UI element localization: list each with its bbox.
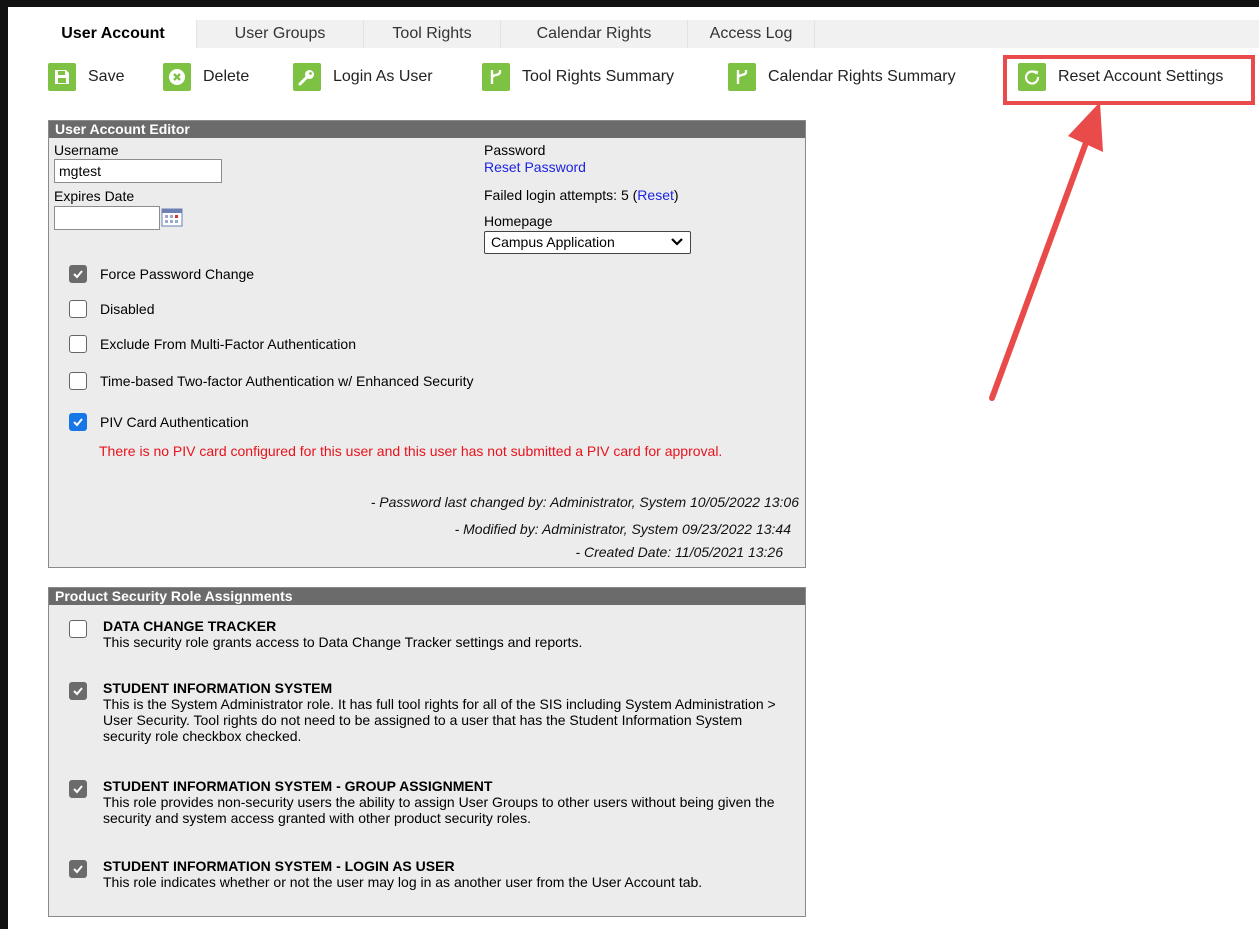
- tab-strip: User Account User Groups Tool Rights Cal…: [30, 20, 815, 48]
- role-checkbox[interactable]: [69, 620, 87, 638]
- piv-card-label: PIV Card Authentication: [100, 414, 249, 430]
- login-as-user-label: Login As User: [333, 68, 433, 85]
- exclude-mfa-label: Exclude From Multi-Factor Authentication: [100, 336, 356, 352]
- username-field[interactable]: mgtest: [54, 159, 222, 183]
- piv-card-row[interactable]: PIV Card Authentication: [69, 413, 249, 431]
- tool-rights-summary-button[interactable]: Tool Rights Summary: [482, 60, 674, 94]
- tool-rights-summary-label: Tool Rights Summary: [522, 68, 675, 85]
- tab-user-groups[interactable]: User Groups: [197, 20, 364, 48]
- user-account-editor-panel: User Account Editor Username mgtest Expi…: [48, 120, 806, 568]
- role-item: STUDENT INFORMATION SYSTEM - GROUP ASSIG…: [69, 778, 799, 826]
- modified-by: - Modified by: Administrator, System 09/…: [454, 521, 791, 537]
- failed-login-reset-link[interactable]: Reset: [637, 187, 674, 203]
- branch-icon: [482, 63, 510, 91]
- chevron-down-icon: [671, 238, 683, 246]
- failed-login-attempts: Failed login attempts: 5 (Reset): [484, 187, 679, 203]
- role-item: STUDENT INFORMATION SYSTEM - LOGIN AS US…: [69, 858, 799, 890]
- panel-title: User Account Editor: [49, 121, 805, 138]
- tab-tool-rights[interactable]: Tool Rights: [364, 20, 501, 48]
- disabled-label: Disabled: [100, 301, 155, 317]
- disabled-row[interactable]: Disabled: [69, 300, 154, 318]
- delete-label: Delete: [203, 68, 250, 85]
- role-checkbox[interactable]: [69, 780, 87, 798]
- role-description: This is the System Administrator role. I…: [103, 696, 776, 744]
- highlight-box: [1003, 55, 1255, 105]
- force-password-change-label: Force Password Change: [100, 266, 255, 282]
- role-title: STUDENT INFORMATION SYSTEM - LOGIN AS US…: [103, 858, 455, 874]
- window-top-border: [0, 0, 1259, 7]
- failed-login-close: ): [673, 187, 679, 203]
- expires-date-field[interactable]: [54, 206, 160, 230]
- reset-password-link[interactable]: Reset Password: [484, 159, 586, 175]
- role-title: STUDENT INFORMATION SYSTEM: [103, 680, 333, 696]
- role-description: This security role grants access to Data…: [103, 634, 583, 650]
- tab-user-account[interactable]: User Account: [30, 20, 197, 48]
- piv-warning-text: There is no PIV card configured for this…: [99, 443, 723, 459]
- role-checkbox[interactable]: [69, 682, 87, 700]
- homepage-selected-value: Campus Application: [491, 234, 615, 250]
- time-based-2fa-row[interactable]: Time-based Two-factor Authentication w/ …: [69, 372, 474, 390]
- piv-card-checkbox[interactable]: [69, 413, 87, 431]
- role-item: STUDENT INFORMATION SYSTEM This is the S…: [69, 680, 799, 744]
- expires-date-label: Expires Date: [54, 188, 135, 204]
- role-checkbox[interactable]: [69, 860, 87, 878]
- failed-login-text: Failed login attempts: 5 (: [484, 187, 638, 203]
- role-item: DATA CHANGE TRACKER This security role g…: [69, 618, 799, 650]
- panel-title: Product Security Role Assignments: [49, 588, 805, 605]
- branch-icon: [728, 63, 756, 91]
- tab-calendar-rights[interactable]: Calendar Rights: [501, 20, 688, 48]
- window-left-border: [0, 0, 8, 929]
- role-description: This role provides non-security users th…: [103, 794, 775, 826]
- calendar-rights-summary-label: Calendar Rights Summary: [768, 68, 956, 85]
- login-as-user-button[interactable]: Login As User: [293, 60, 433, 94]
- role-title: DATA CHANGE TRACKER: [103, 618, 277, 634]
- homepage-select[interactable]: Campus Application: [484, 231, 691, 254]
- force-password-change-row[interactable]: Force Password Change: [69, 265, 254, 283]
- username-label: Username: [54, 142, 119, 158]
- force-password-change-checkbox[interactable]: [69, 265, 87, 283]
- time-based-2fa-label: Time-based Two-factor Authentication w/ …: [100, 373, 474, 389]
- key-icon: [293, 63, 321, 91]
- role-title: STUDENT INFORMATION SYSTEM - GROUP ASSIG…: [103, 778, 493, 794]
- delete-button[interactable]: Delete: [163, 60, 249, 94]
- homepage-label: Homepage: [484, 213, 553, 229]
- save-icon: [48, 63, 76, 91]
- calendar-rights-summary-button[interactable]: Calendar Rights Summary: [728, 60, 956, 94]
- save-label: Save: [88, 68, 125, 85]
- exclude-mfa-checkbox[interactable]: [69, 335, 87, 353]
- time-based-2fa-checkbox[interactable]: [69, 372, 87, 390]
- role-description: This role indicates whether or not the u…: [103, 874, 703, 890]
- disabled-checkbox[interactable]: [69, 300, 87, 318]
- save-button[interactable]: Save: [48, 60, 124, 94]
- calendar-icon[interactable]: [161, 207, 183, 227]
- password-last-changed: - Password last changed by: Administrato…: [370, 494, 799, 510]
- password-label: Password: [484, 142, 546, 158]
- exclude-mfa-row[interactable]: Exclude From Multi-Factor Authentication: [69, 335, 356, 353]
- delete-icon: [163, 63, 191, 91]
- created-date: - Created Date: 11/05/2021 13:26: [575, 544, 783, 560]
- tab-access-log[interactable]: Access Log: [688, 20, 815, 48]
- role-assignments-panel: Product Security Role Assignments DATA C…: [48, 587, 806, 917]
